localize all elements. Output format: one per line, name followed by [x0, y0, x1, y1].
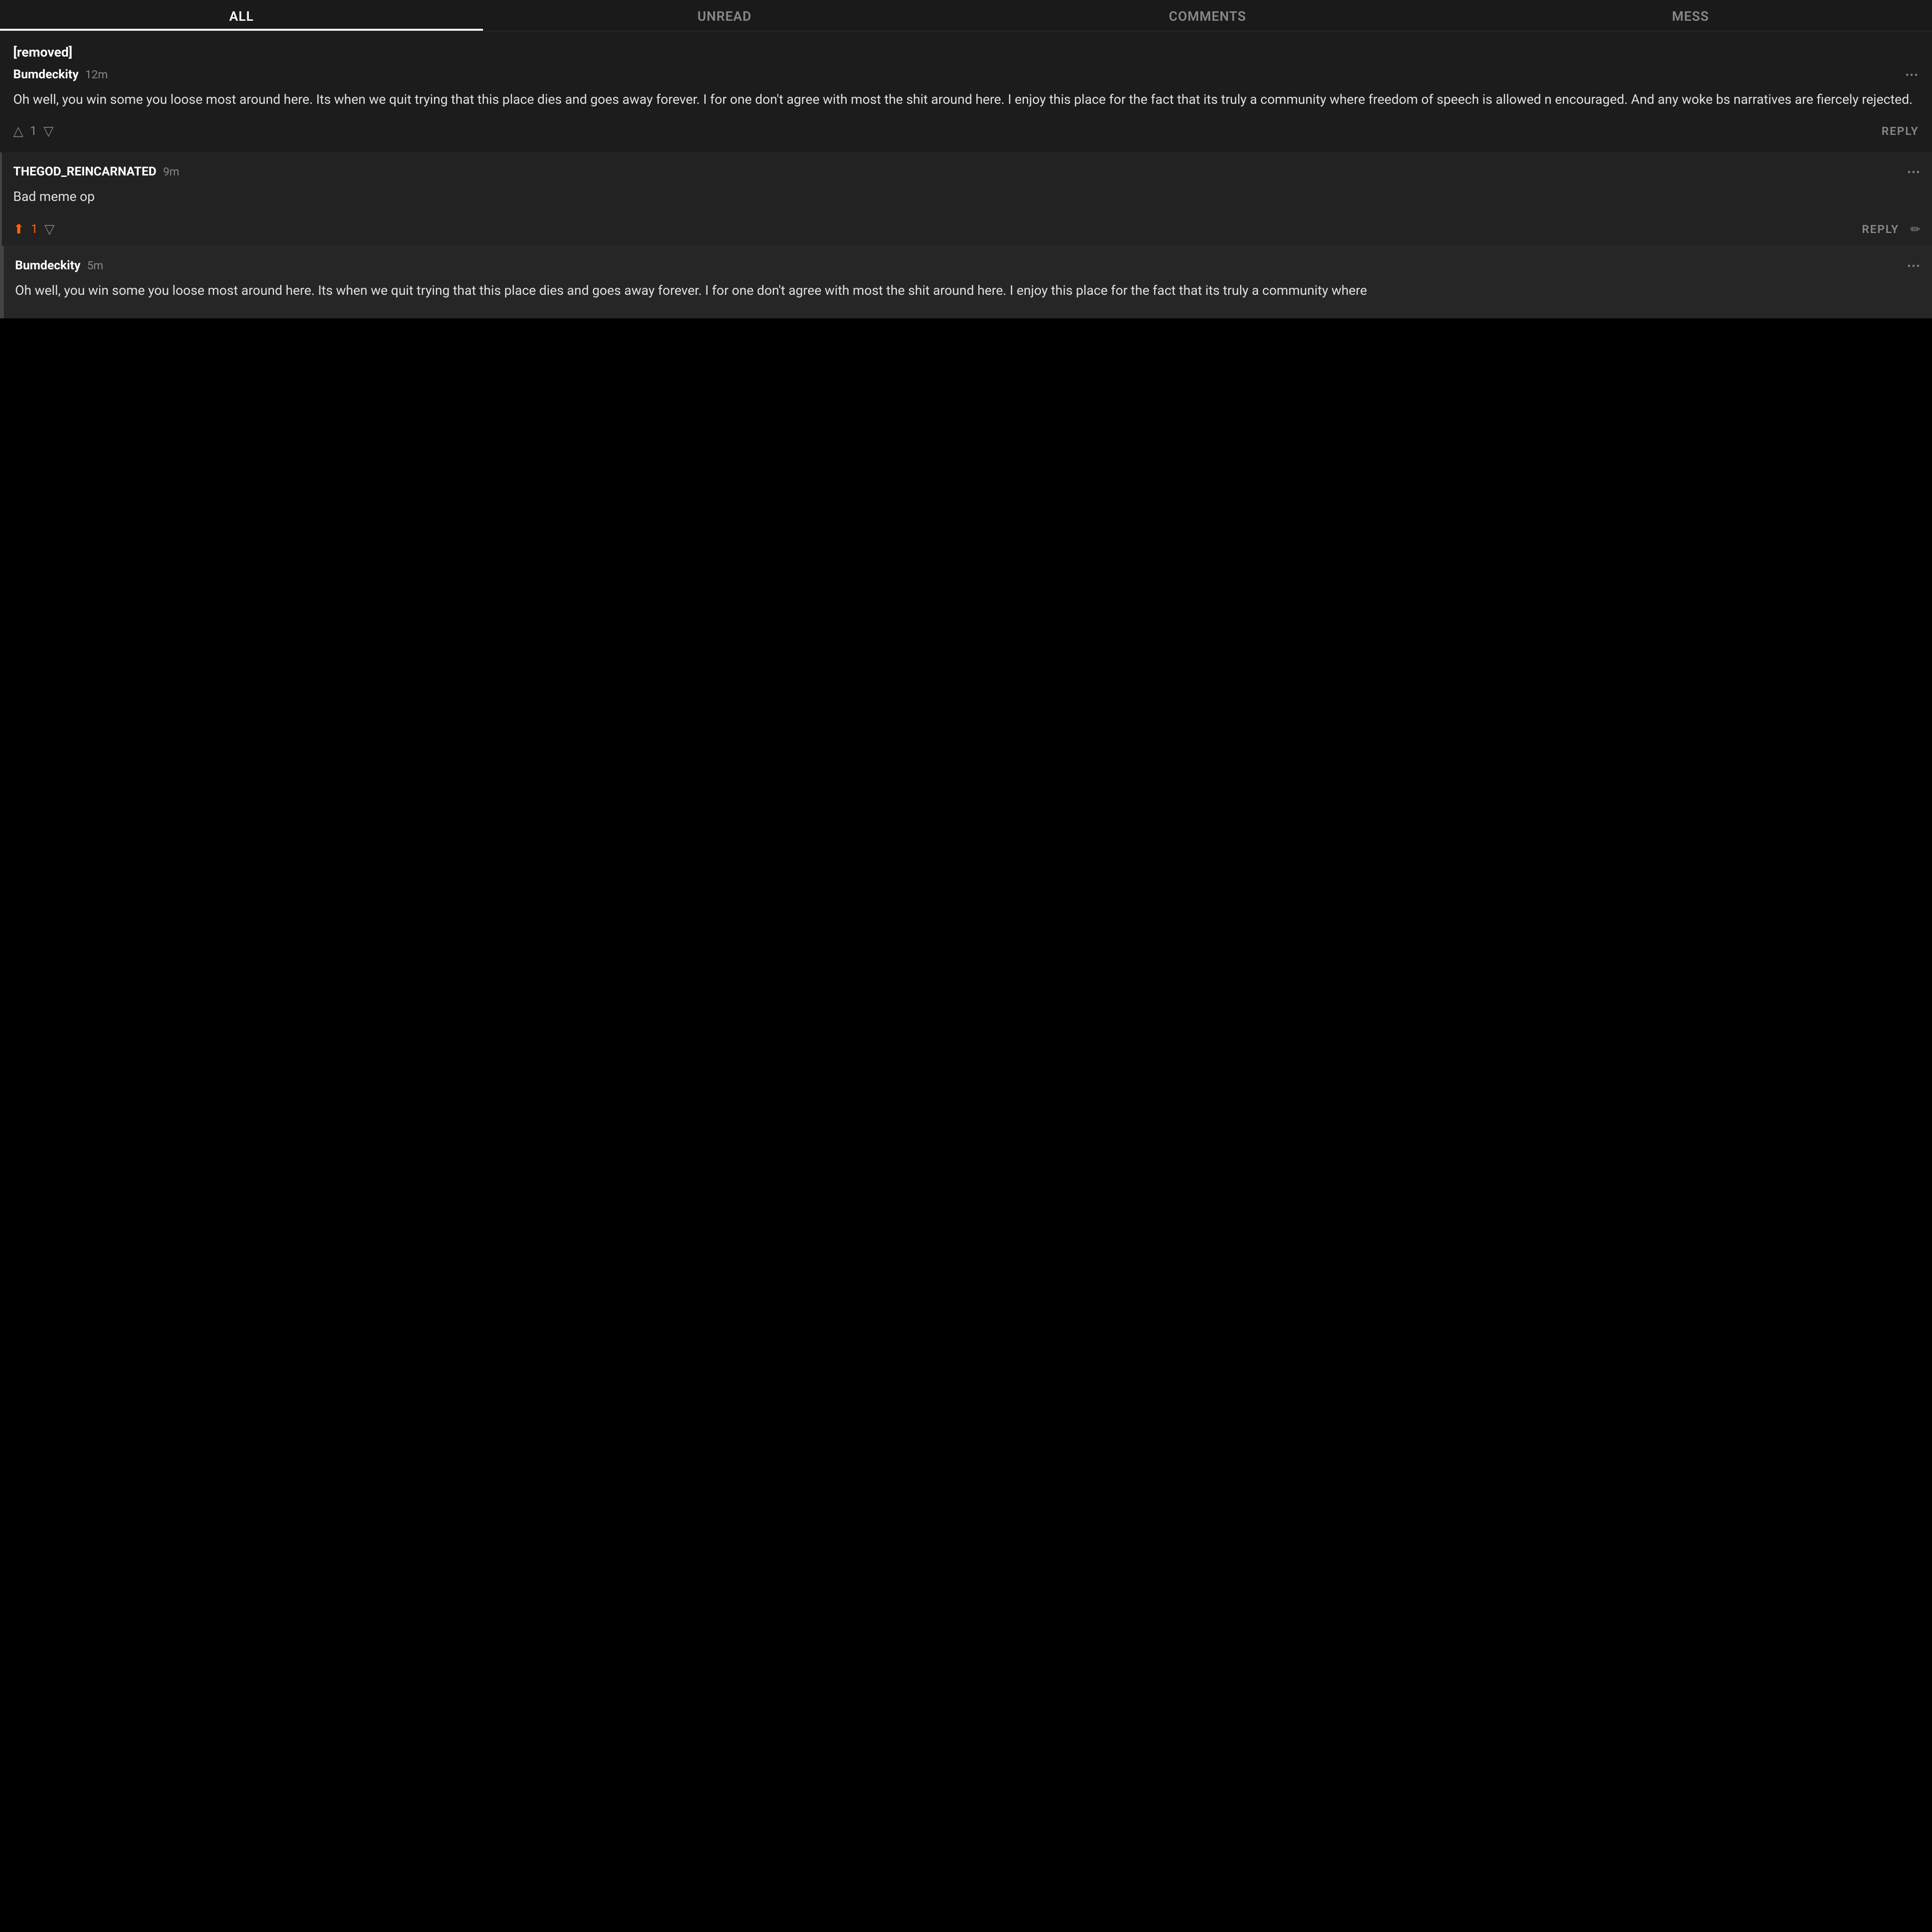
reply-comment-body: Bad meme op [13, 187, 1921, 207]
nested-comment-header: Bumdeckity 5m [15, 258, 1921, 273]
reply-actions-right: REPLY [1862, 221, 1921, 237]
reply-comment-actions: 1 REPLY [13, 216, 1921, 237]
reply-upvote-button[interactable] [13, 221, 24, 237]
main-comment-timestamp: 12m [85, 68, 108, 81]
nested-reply-card: Bumdeckity 5m Oh well, you win some you … [4, 246, 1932, 318]
main-comment-card: [removed] Bumdeckity 12m Oh well, you wi… [0, 31, 1932, 152]
main-upvote-button[interactable] [13, 123, 24, 139]
main-comment-votes: 1 [13, 123, 54, 139]
reply-reply-button[interactable]: REPLY [1862, 223, 1899, 236]
main-comment-actions: 1 REPLY [13, 119, 1919, 143]
nested-comment-body: Oh well, you win some you loose most aro… [15, 281, 1921, 300]
main-vote-count: 1 [30, 124, 37, 138]
reply-comment-meta: THEGOD_REINCARNATED 9m [13, 165, 179, 179]
reply-comment-header: THEGOD_REINCARNATED 9m [13, 164, 1921, 179]
tab-bar: ALL UNREAD COMMENTS MESS [0, 0, 1932, 31]
reply-downvote-button[interactable] [44, 221, 55, 237]
nested-comment-more-options[interactable] [1907, 258, 1921, 273]
nested-comment-timestamp: 5m [87, 259, 104, 272]
main-comment-header: Bumdeckity 12m [13, 67, 1919, 82]
main-comment-meta: Bumdeckity 12m [13, 67, 108, 82]
tab-unread[interactable]: UNREAD [483, 0, 966, 31]
nested-reply-section: Bumdeckity 5m Oh well, you win some you … [2, 246, 1932, 318]
reply-comment-more-options[interactable] [1907, 164, 1921, 179]
reply-comment-username: THEGOD_REINCARNATED [13, 165, 157, 179]
tab-comments[interactable]: COMMENTS [966, 0, 1449, 31]
main-reply-button[interactable]: REPLY [1882, 125, 1919, 138]
removed-label: [removed] [13, 44, 1919, 60]
reply-comment-votes: 1 [13, 221, 55, 237]
reply-comment-card: THEGOD_REINCARNATED 9m Bad meme op 1 REP… [2, 152, 1932, 246]
reply-section: THEGOD_REINCARNATED 9m Bad meme op 1 REP… [0, 152, 1932, 318]
tab-messages[interactable]: MESS [1449, 0, 1932, 31]
reply-comment-timestamp: 9m [163, 165, 180, 178]
nested-comment-meta: Bumdeckity 5m [15, 258, 103, 273]
tab-all[interactable]: ALL [0, 0, 483, 31]
main-comment-body: Oh well, you win some you loose most aro… [13, 90, 1919, 109]
main-comment-username: Bumdeckity [13, 67, 79, 82]
main-downvote-button[interactable] [43, 123, 54, 139]
reply-edit-button[interactable] [1910, 221, 1921, 237]
main-comment-more-options[interactable] [1906, 67, 1919, 82]
reply-vote-count: 1 [31, 222, 38, 236]
nested-comment-username: Bumdeckity [15, 258, 81, 273]
comments-feed: [removed] Bumdeckity 12m Oh well, you wi… [0, 31, 1932, 318]
